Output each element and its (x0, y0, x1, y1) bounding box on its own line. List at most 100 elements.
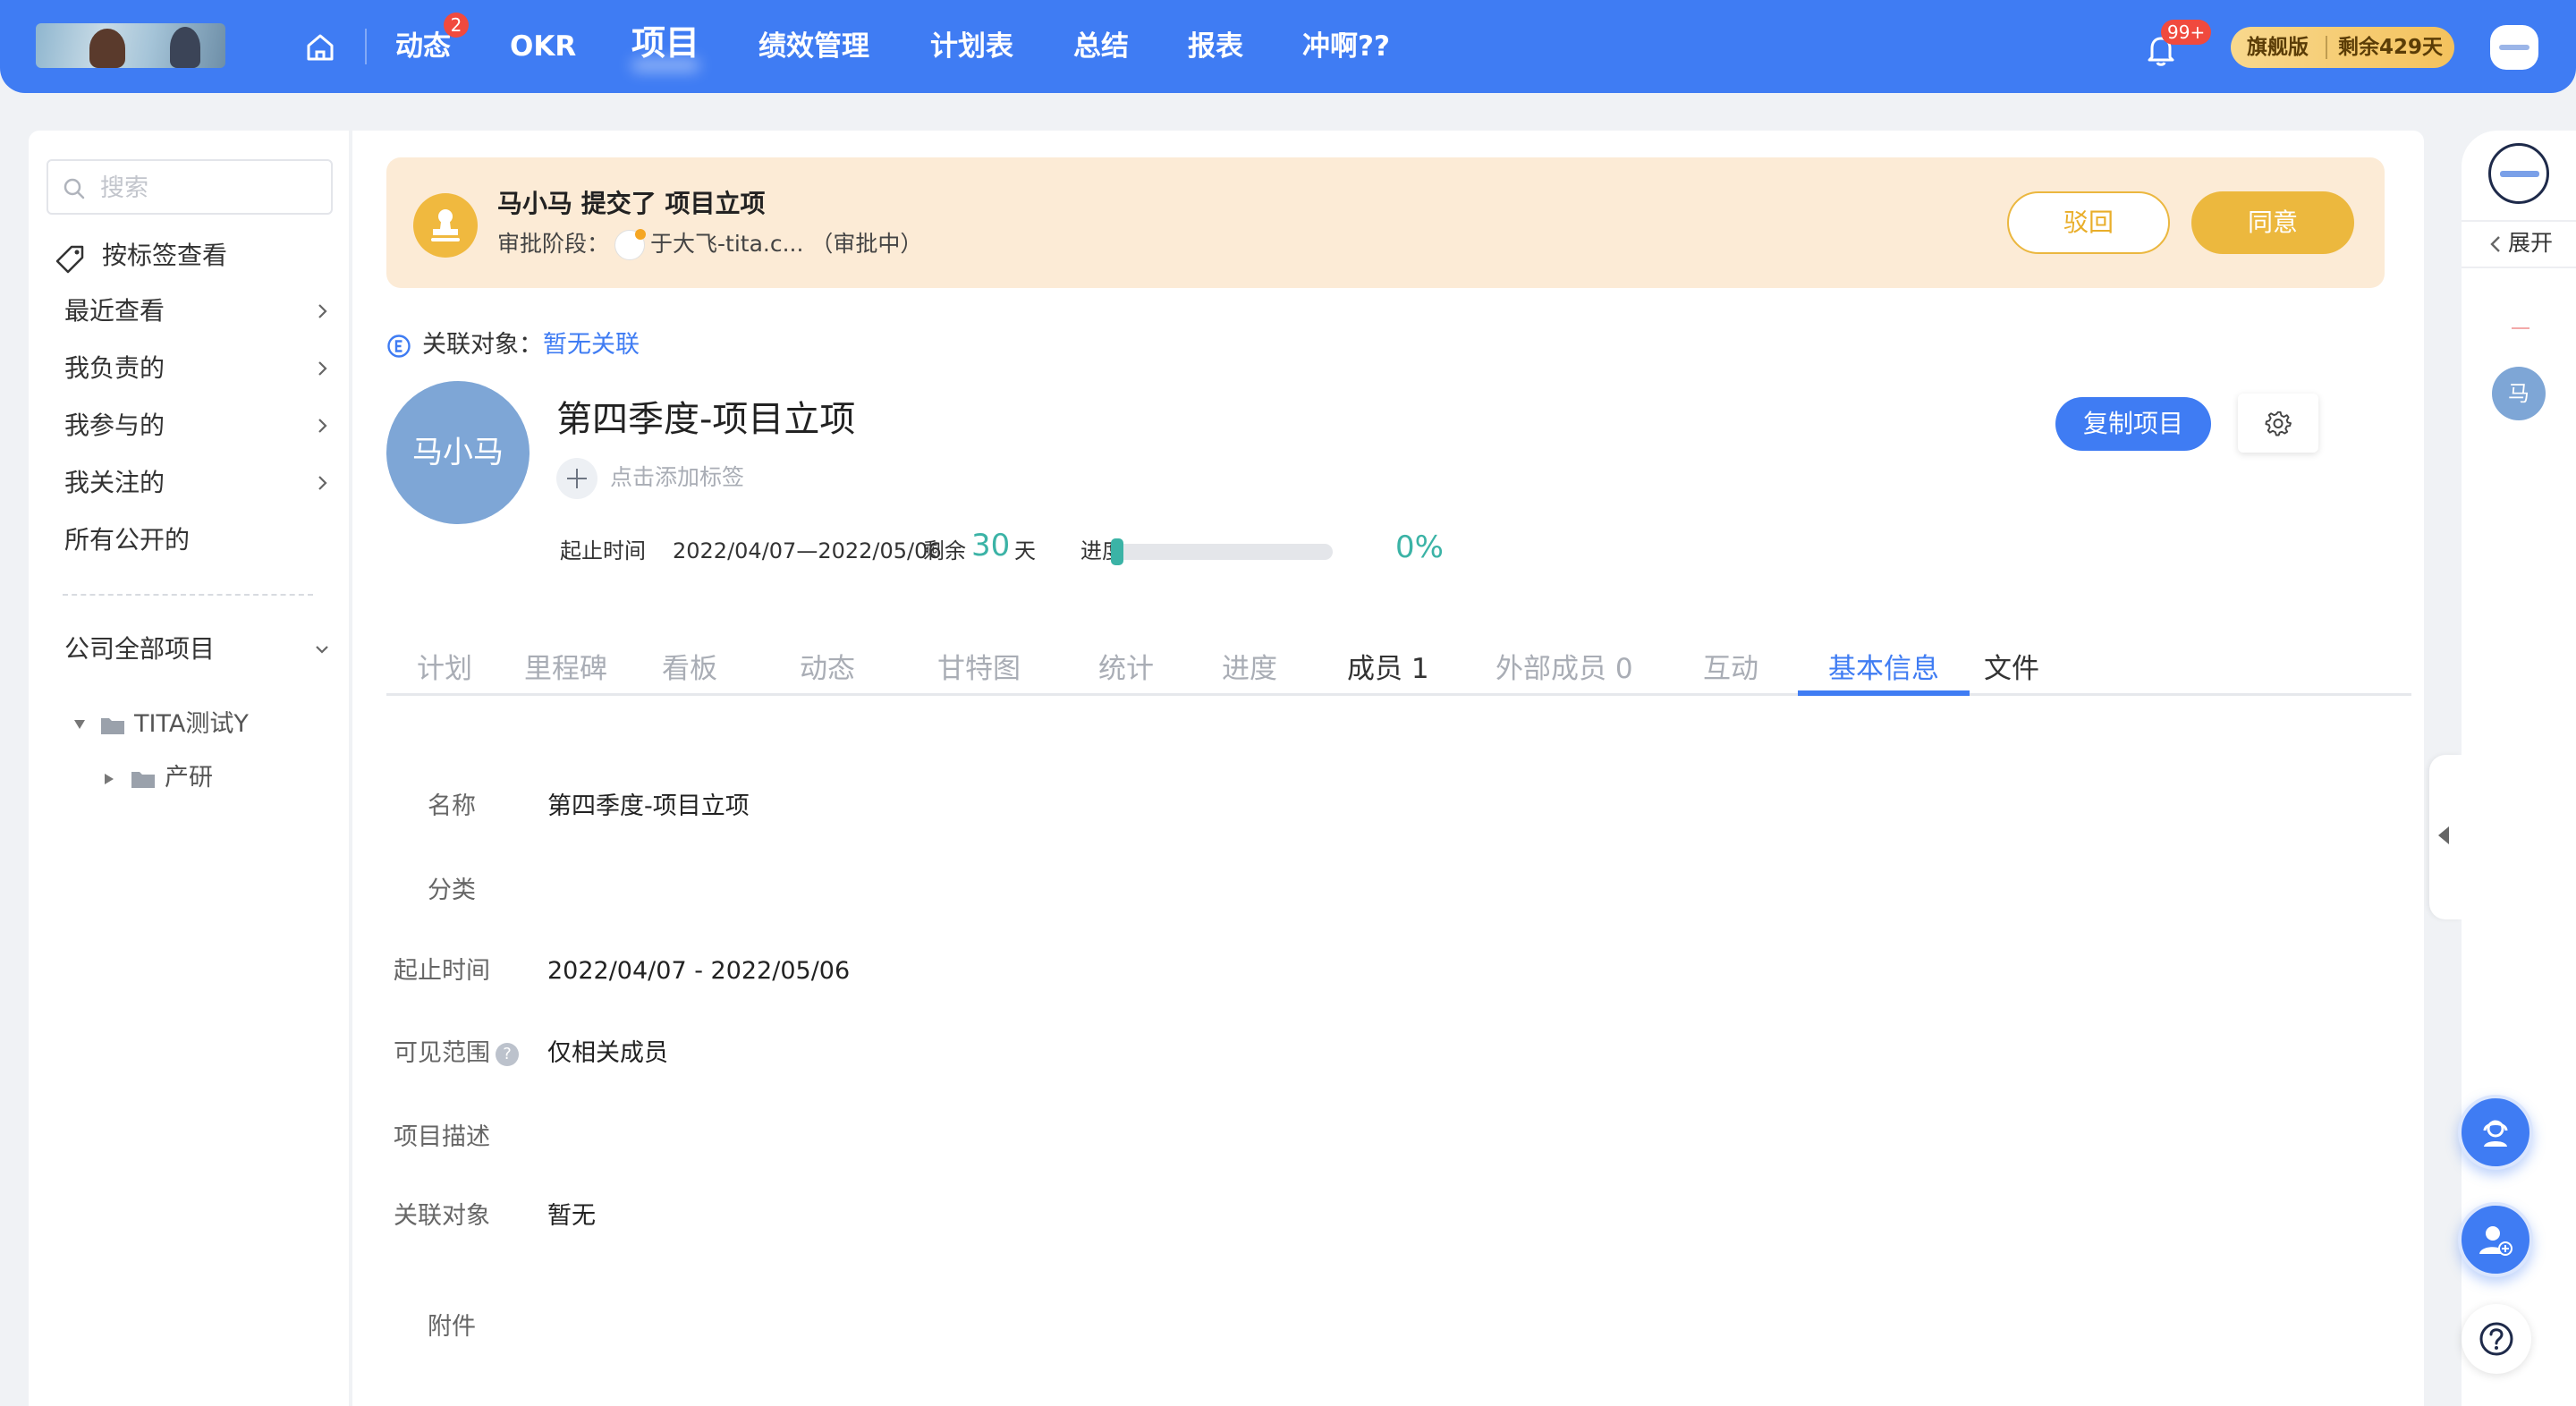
sidebar-item-responsible[interactable]: 我负责的 (64, 351, 333, 386)
plan-status-pill[interactable]: 旗舰版 剩余429天 (2231, 27, 2454, 68)
tab-external-members[interactable]: 外部成员 0 (1496, 649, 1633, 694)
nav-item-summary[interactable]: 总结 (1073, 27, 1129, 66)
field-label-period: 起止时间 (394, 957, 490, 985)
chevron-right-icon (318, 419, 327, 433)
rail-expand-button[interactable]: 展开 (2488, 227, 2553, 259)
sidebar-item-public[interactable]: 所有公开的 (64, 522, 333, 558)
approval-stage: 审批阶段： 于大飞-tita.c... （审批中） (497, 229, 923, 260)
tab-gantt[interactable]: 甘特图 (937, 649, 1021, 694)
nav-item-performance[interactable]: 绩效管理 (758, 27, 869, 66)
sidebar-item-label: 我关注的 (64, 468, 165, 497)
help-button[interactable] (2462, 1304, 2531, 1374)
nav-item-okr[interactable]: OKR (510, 27, 576, 66)
chevron-right-icon (318, 304, 327, 318)
plan-edition: 旗舰版 (2247, 36, 2309, 59)
association-label: 关联对象： (422, 331, 543, 359)
tag-view-label: 按标签查看 (102, 241, 228, 270)
tab-members[interactable]: 成员 1 (1347, 649, 1429, 694)
project-title[interactable]: 第四季度-项目立项 (556, 390, 855, 442)
rail-expand-label: 展开 (2508, 230, 2554, 256)
chevron-down-icon (316, 646, 328, 654)
notification-count-badge: 99+ (2161, 20, 2212, 45)
rail-member-avatar[interactable]: 马 (2492, 367, 2546, 420)
sidebar-item-recent[interactable]: 最近查看 (64, 293, 333, 329)
sidebar-item-participating[interactable]: 我参与的 (64, 408, 333, 444)
progress-value: 0% (1395, 529, 1444, 565)
tab-statistics[interactable]: 统计 (1098, 649, 1154, 694)
plan-remaining: 剩余429天 (2338, 36, 2444, 59)
field-value-visibility: 仅相关成员 (547, 1039, 668, 1067)
approval-stage-label: 审批阶段： (497, 231, 610, 257)
collapse-panel-handle[interactable] (2429, 755, 2462, 919)
tab-dynamics[interactable]: 动态 (800, 649, 855, 694)
sidebar-group-label: 公司全部项目 (64, 634, 216, 664)
remaining-days: 30 (971, 528, 1011, 563)
sidebar-item-following[interactable]: 我关注的 (64, 465, 333, 501)
sidebar-item-label: 我负责的 (64, 353, 165, 383)
search-box[interactable] (47, 159, 333, 215)
company-logo[interactable] (36, 23, 225, 68)
remaining-label: 剩余 (923, 538, 966, 563)
association-e-icon (387, 334, 411, 358)
tab-interaction[interactable]: 互动 (1703, 649, 1758, 694)
avatar-logo-mark (2499, 45, 2529, 50)
caret-right-icon[interactable] (104, 773, 114, 785)
association-link[interactable]: 暂无关联 (543, 331, 640, 359)
sidebar-item-label: 所有公开的 (64, 525, 191, 555)
approver-avatar (614, 229, 647, 260)
search-input[interactable] (100, 170, 315, 206)
nav-item-custom[interactable]: 冲啊?? (1302, 27, 1390, 66)
field-label-attachment: 附件 (428, 1313, 476, 1341)
approval-stamp-icon (413, 193, 478, 258)
contact-person-button[interactable] (2458, 1202, 2533, 1277)
search-icon (64, 178, 85, 199)
gear-icon (2265, 411, 2292, 436)
folder-icon (131, 772, 155, 788)
association-row: 关联对象：暂无关联 (386, 329, 640, 361)
remaining-unit: 天 (1014, 538, 1036, 563)
notifications-button[interactable]: 99+ (2143, 20, 2212, 68)
nav-item-plans[interactable]: 计划表 (930, 27, 1013, 66)
tab-kanban[interactable]: 看板 (662, 649, 717, 694)
rail-company-logo[interactable] (2488, 143, 2549, 204)
field-value-name: 第四季度-项目立项 (547, 792, 750, 820)
dynamics-count-badge: 2 (444, 13, 469, 38)
chevron-left-icon (2490, 236, 2500, 252)
user-avatar[interactable] (2490, 25, 2538, 70)
field-label-description: 项目描述 (394, 1123, 490, 1151)
folder-icon (101, 718, 124, 734)
settings-button[interactable] (2238, 394, 2318, 453)
nav-divider (365, 29, 367, 64)
sidebar-group-company-projects[interactable]: 公司全部项目 (64, 631, 333, 667)
field-label-category: 分类 (428, 877, 476, 904)
home-icon[interactable] (304, 32, 336, 63)
nav-item-reports[interactable]: 报表 (1188, 27, 1243, 66)
help-icon[interactable]: ? (496, 1042, 519, 1066)
visibility-label-text: 可见范围 (394, 1039, 490, 1067)
copy-project-button[interactable]: 复制项目 (2055, 397, 2211, 451)
tab-progress[interactable]: 进度 (1222, 649, 1277, 694)
agree-button[interactable]: 同意 (2191, 191, 2354, 254)
tab-plan[interactable]: 计划 (417, 649, 472, 694)
reject-button[interactable]: 驳回 (2007, 191, 2170, 254)
nav-item-projects[interactable]: 项目 (631, 23, 699, 63)
sidebar-divider (63, 594, 313, 596)
tab-milestones[interactable]: 里程碑 (524, 649, 607, 694)
tag-view-item[interactable]: 按标签查看 (54, 238, 322, 274)
sidebar-item-label: 我参与的 (64, 411, 165, 440)
customer-service-button[interactable] (2458, 1095, 2533, 1170)
chevron-right-icon (318, 476, 327, 490)
top-navigation-bar: 动态 2 OKR 项目 绩效管理 计划表 总结 报表 冲啊?? 99+ 旗舰版 … (0, 0, 2576, 93)
field-label-related: 关联对象 (394, 1202, 490, 1230)
approval-banner: 马小马 提交了 项目立项 审批阶段： 于大飞-tita.c... （审批中） 驳回… (386, 157, 2385, 288)
tab-files[interactable]: 文件 (1984, 649, 2039, 694)
approval-stage-value: 于大飞-tita.c... （审批中） (650, 231, 923, 257)
nav-item-dynamics[interactable]: 动态 2 (395, 13, 469, 66)
field-label-name: 名称 (428, 792, 476, 820)
add-tag-button[interactable]: 点击添加标签 (556, 456, 744, 499)
progress-bar-fill[interactable] (1111, 538, 1123, 565)
left-sidebar: 按标签查看 最近查看 我负责的 我参与的 我关注的 所有公开的 公司全部项目 T… (29, 131, 349, 1406)
tab-basic-info[interactable]: 基本信息 (1828, 649, 1939, 694)
tree-node-label: TITA测试Y (134, 710, 249, 738)
caret-down-icon[interactable] (73, 719, 86, 730)
